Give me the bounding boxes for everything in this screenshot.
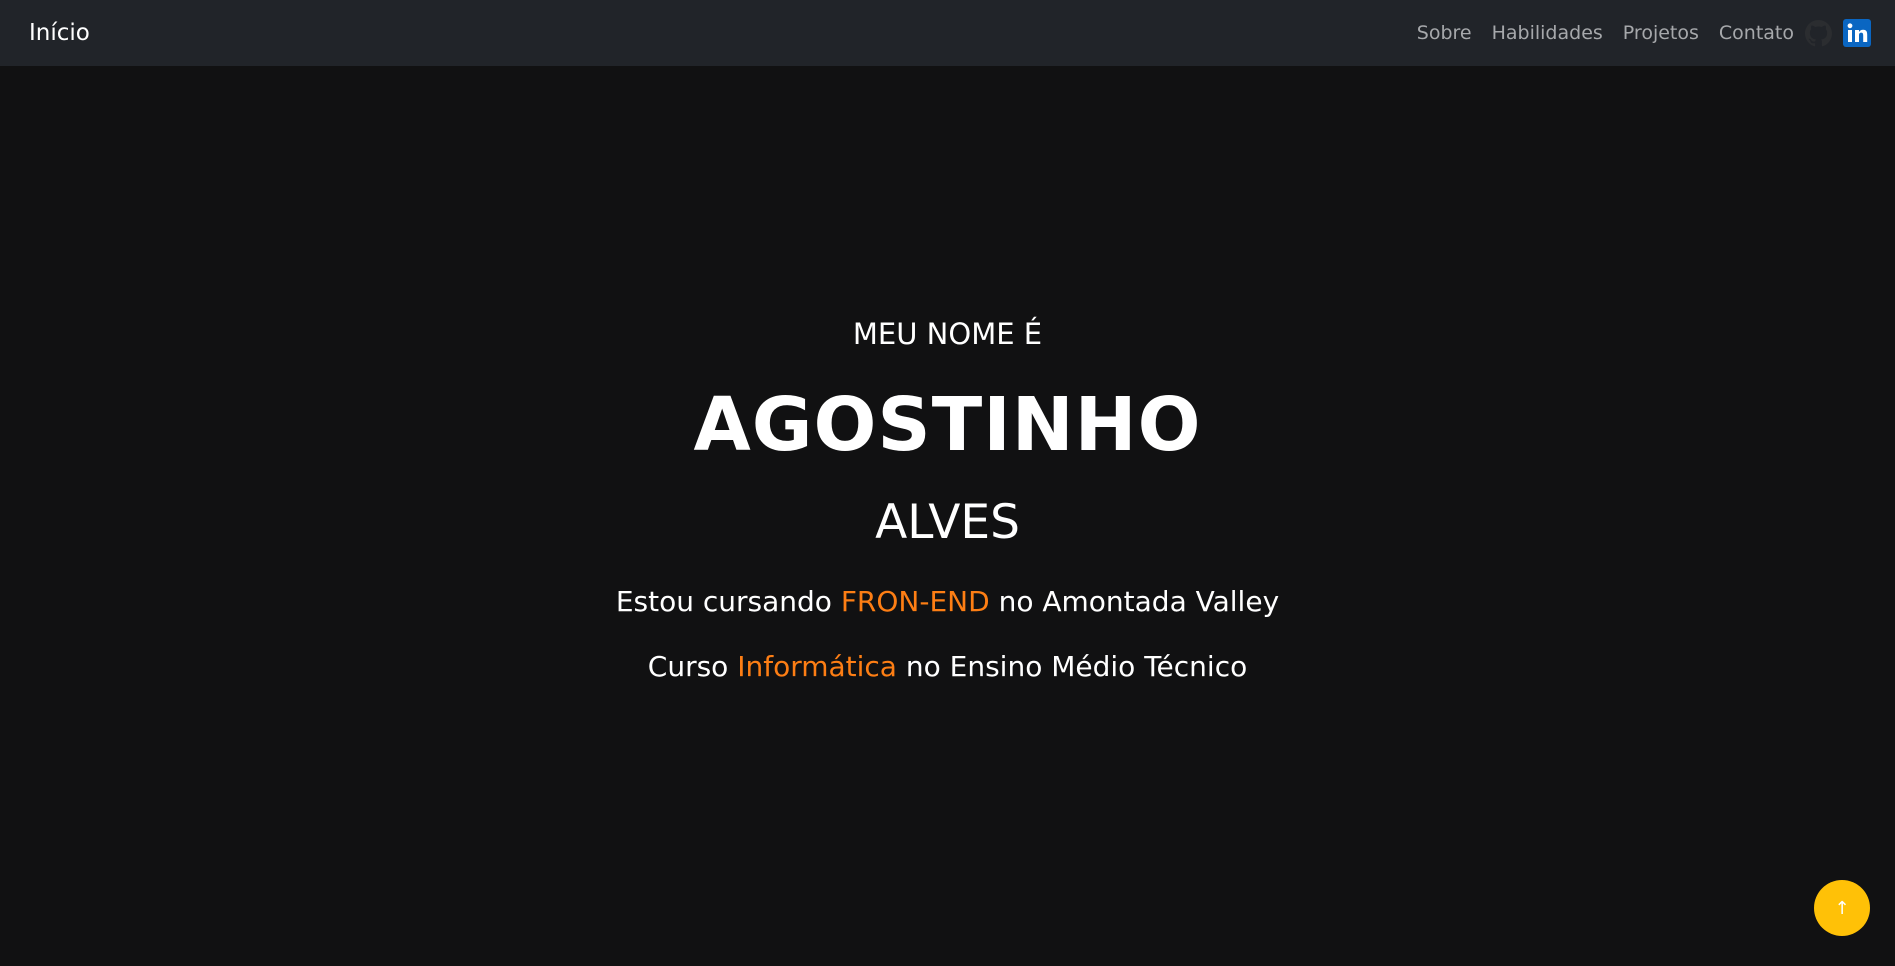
nav-link-habilidades[interactable]: Habilidades <box>1492 23 1603 43</box>
course-highlight: FRON-END <box>840 585 990 618</box>
hero-intro: MEU NOME É <box>852 317 1043 351</box>
nav-link-projetos[interactable]: Projetos <box>1623 23 1699 43</box>
school-highlight: Informática <box>737 650 897 683</box>
nav-link-contato[interactable]: Contato <box>1719 23 1794 43</box>
github-icon[interactable] <box>1804 19 1832 47</box>
hero-first-name: AGOSTINHO <box>693 382 1202 468</box>
hero-course-line: Estou cursando FRON-END no Amontada Vall… <box>0 588 1895 616</box>
nav-link-sobre[interactable]: Sobre <box>1417 23 1472 43</box>
hero-last-name: ALVES <box>875 495 1020 550</box>
school-line-prefix: Curso <box>647 650 738 683</box>
course-line-prefix: Estou cursando <box>615 585 841 618</box>
github-icon-svg <box>1804 19 1832 46</box>
hero-school-line: Curso Informática no Ensino Médio Técnic… <box>0 653 1895 681</box>
linkedin-icon-svg <box>1843 19 1871 47</box>
linkedin-icon[interactable] <box>1843 19 1871 47</box>
back-to-top-button[interactable]: ↑ <box>1814 880 1870 936</box>
school-line-suffix: no Ensino Médio Técnico <box>896 650 1248 683</box>
nav-brand-inicio[interactable]: Início <box>29 21 90 45</box>
course-line-suffix: no Amontada Valley <box>989 585 1280 618</box>
nav-links: Sobre Habilidades Projetos Contato <box>1417 19 1871 47</box>
navbar: Início Sobre Habilidades Projetos Contat… <box>0 0 1895 66</box>
hero-section: MEU NOME É AGOSTINHO ALVES Estou cursand… <box>0 66 1895 966</box>
